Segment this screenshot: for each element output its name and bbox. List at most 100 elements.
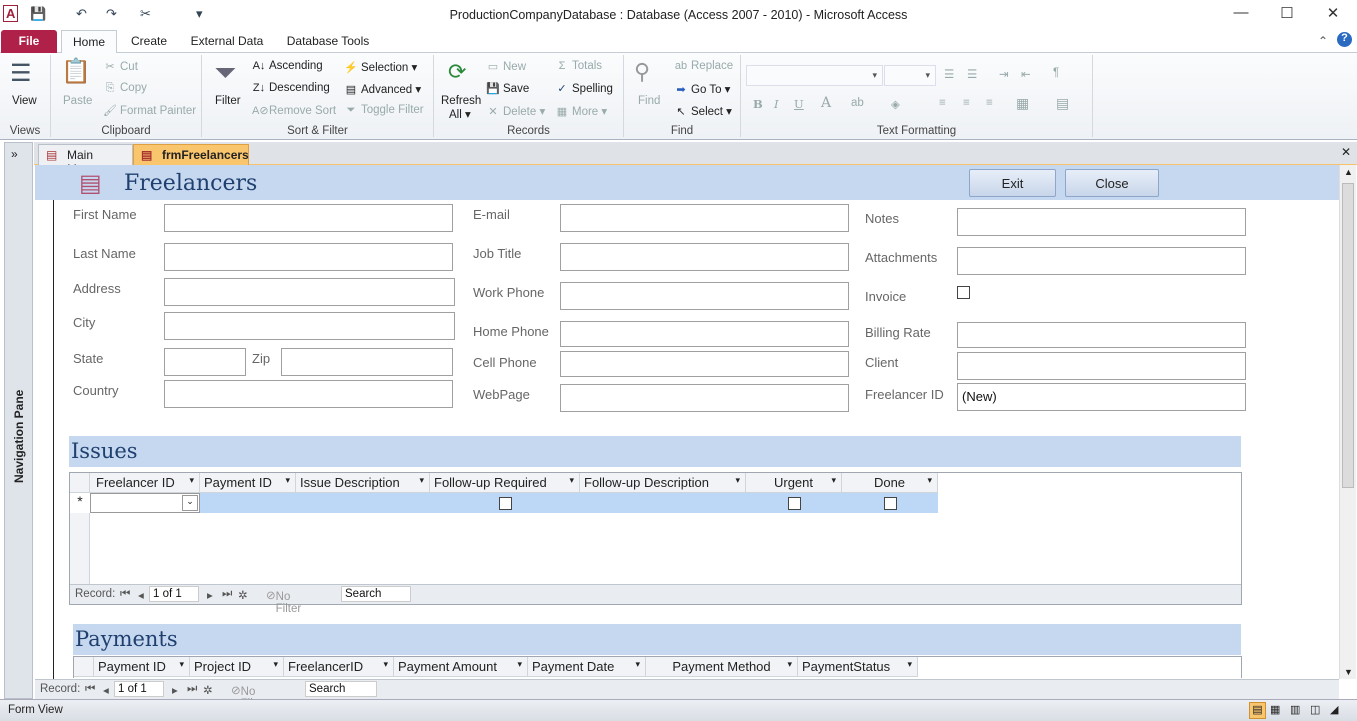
current-record-input[interactable]: 1 of 1	[149, 586, 199, 602]
select-all-corner[interactable]	[70, 473, 90, 493]
tab-create[interactable]: Create	[125, 30, 173, 53]
totals-button[interactable]: Totals	[572, 60, 602, 72]
zip-input[interactable]	[281, 348, 453, 376]
doc-tab-main-menu[interactable]: ▤Main Menu	[38, 144, 133, 176]
expand-nav-pane-icon[interactable]: »	[11, 147, 18, 161]
numbering-icon[interactable]: ☰	[967, 67, 977, 81]
remove-sort-button[interactable]: Remove Sort	[269, 105, 336, 117]
country-input[interactable]	[164, 380, 453, 408]
client-input[interactable]	[957, 352, 1246, 380]
delete-button[interactable]: Delete	[503, 106, 536, 118]
new-record-button[interactable]: ✲	[203, 683, 213, 697]
search-input[interactable]: Search	[305, 681, 377, 697]
chevron-down-icon[interactable]: ⌄	[182, 495, 198, 511]
advanced-button[interactable]: Advanced	[361, 84, 412, 96]
design-view-icon[interactable]: ◫	[1310, 703, 1320, 716]
scroll-down-icon[interactable]: ▼	[1344, 667, 1353, 677]
form-vertical-scrollbar[interactable]: ▲ ▼	[1339, 165, 1356, 679]
column-header-freelancerid[interactable]: FreelancerID ▾	[284, 657, 394, 677]
email-input[interactable]	[560, 204, 849, 232]
refresh-all-button[interactable]: Refresh All ▾	[441, 95, 481, 121]
close-document-icon[interactable]: ✕	[1341, 145, 1351, 159]
scrollbar-thumb[interactable]	[1342, 183, 1354, 488]
layout-view-icon[interactable]: ▥	[1290, 703, 1300, 716]
save-button[interactable]: Save	[503, 83, 529, 95]
webpage-input[interactable]	[560, 384, 849, 412]
last-record-button[interactable]: ⏭	[187, 683, 197, 696]
column-header-issue-description[interactable]: Issue Description ▾	[296, 473, 430, 493]
tab-external-data[interactable]: External Data	[185, 30, 269, 53]
selection-button[interactable]: Selection	[361, 62, 408, 74]
descending-button[interactable]: Descending	[269, 82, 330, 94]
datasheet-view-icon[interactable]: ▦	[1270, 703, 1280, 716]
more-button[interactable]: More	[572, 106, 598, 118]
urgent-checkbox[interactable]	[788, 497, 801, 510]
billing-rate-input[interactable]	[957, 322, 1246, 348]
cell-phone-input[interactable]	[560, 351, 849, 377]
column-header-urgent[interactable]: Urgent ▾	[746, 473, 842, 493]
freelancer-id-combo[interactable]: ⌄	[90, 493, 200, 513]
tab-file[interactable]: File	[1, 30, 57, 53]
exit-button[interactable]: Exit	[969, 169, 1056, 197]
font-color-button[interactable]: A	[821, 95, 831, 111]
first-record-button[interactable]: ⏮	[85, 683, 95, 696]
align-right-icon[interactable]: ≡	[986, 97, 993, 109]
paste-button[interactable]: Paste	[63, 95, 92, 107]
fill-color-icon[interactable]: ◈	[891, 97, 900, 111]
work-phone-input[interactable]	[560, 282, 849, 310]
spelling-button[interactable]: Spelling	[572, 83, 613, 95]
no-filter-button[interactable]: ⊘ No Filter	[231, 683, 266, 710]
minimize-button[interactable]: —	[1218, 4, 1264, 21]
maximize-button[interactable]: ☐	[1264, 4, 1310, 22]
home-phone-input[interactable]	[560, 321, 849, 347]
new-record-row[interactable]	[90, 493, 938, 513]
navigation-pane[interactable]: » Navigation Pane	[4, 142, 33, 699]
previous-record-button[interactable]: ◂	[103, 683, 109, 697]
column-header-payment-amount[interactable]: Payment Amount ▾	[394, 657, 528, 677]
align-left-icon[interactable]: ≡	[939, 97, 946, 109]
column-header-follow-up-required[interactable]: Follow-up Required ▾	[430, 473, 580, 493]
alternate-row-color-icon[interactable]: ▤	[1056, 95, 1069, 112]
select-button[interactable]: Select	[691, 106, 723, 118]
column-header-payment-id[interactable]: Payment ID ▾	[94, 657, 190, 677]
font-size-dropdown[interactable]: ▾	[884, 65, 936, 86]
invoice-checkbox[interactable]	[957, 286, 970, 299]
freelancer-id-input[interactable]: (New)	[957, 383, 1246, 411]
gridlines-icon[interactable]: ▦	[1016, 95, 1029, 112]
scroll-up-icon[interactable]: ▲	[1344, 167, 1353, 177]
resize-grip-icon[interactable]: ◢	[1330, 703, 1338, 716]
font-name-dropdown[interactable]: ▾	[746, 65, 883, 86]
align-center-icon[interactable]: ≡	[963, 97, 970, 109]
column-header-freelancer-id[interactable]: Freelancer ID ▾	[90, 473, 200, 493]
no-filter-button[interactable]: ⊘ No Filter	[266, 588, 301, 615]
column-header-project-id[interactable]: Project ID ▾	[190, 657, 284, 677]
state-input[interactable]	[164, 348, 246, 376]
cut-button[interactable]: Cut	[120, 61, 138, 73]
last-record-button[interactable]: ⏭	[222, 588, 232, 601]
increase-indent-icon[interactable]: ⇥	[999, 67, 1009, 81]
job-title-input[interactable]	[560, 243, 849, 271]
address-input[interactable]	[164, 278, 455, 306]
attachments-input[interactable]	[957, 247, 1246, 275]
highlight-icon[interactable]: ab	[851, 97, 864, 109]
toggle-filter-button[interactable]: Toggle Filter	[361, 104, 424, 116]
minimize-ribbon-icon[interactable]: ⌃	[1318, 34, 1328, 48]
italic-button[interactable]: I	[774, 97, 779, 111]
view-button[interactable]: View	[12, 95, 37, 107]
filter-button[interactable]: Filter	[215, 95, 241, 107]
replace-button[interactable]: Replace	[691, 60, 733, 72]
doc-tab-frmfreelancers[interactable]: ▤ frmFreelancers	[133, 144, 249, 165]
first-record-button[interactable]: ⏮	[120, 588, 130, 601]
next-record-button[interactable]: ▸	[172, 683, 178, 697]
column-header-follow-up-description[interactable]: Follow-up Description ▾	[580, 473, 746, 493]
done-checkbox[interactable]	[884, 497, 897, 510]
last-name-input[interactable]	[164, 243, 453, 271]
notes-input[interactable]	[957, 208, 1246, 236]
next-record-button[interactable]: ▸	[207, 588, 213, 602]
search-input[interactable]: Search	[341, 586, 411, 602]
form-view-icon[interactable]: ▤	[1249, 702, 1266, 719]
close-window-button[interactable]: ✕	[1310, 4, 1356, 22]
underline-button[interactable]: U	[794, 97, 804, 111]
column-header-payment-method[interactable]: Payment Method ▾	[646, 657, 798, 677]
bullets-icon[interactable]: ☰	[944, 67, 954, 81]
